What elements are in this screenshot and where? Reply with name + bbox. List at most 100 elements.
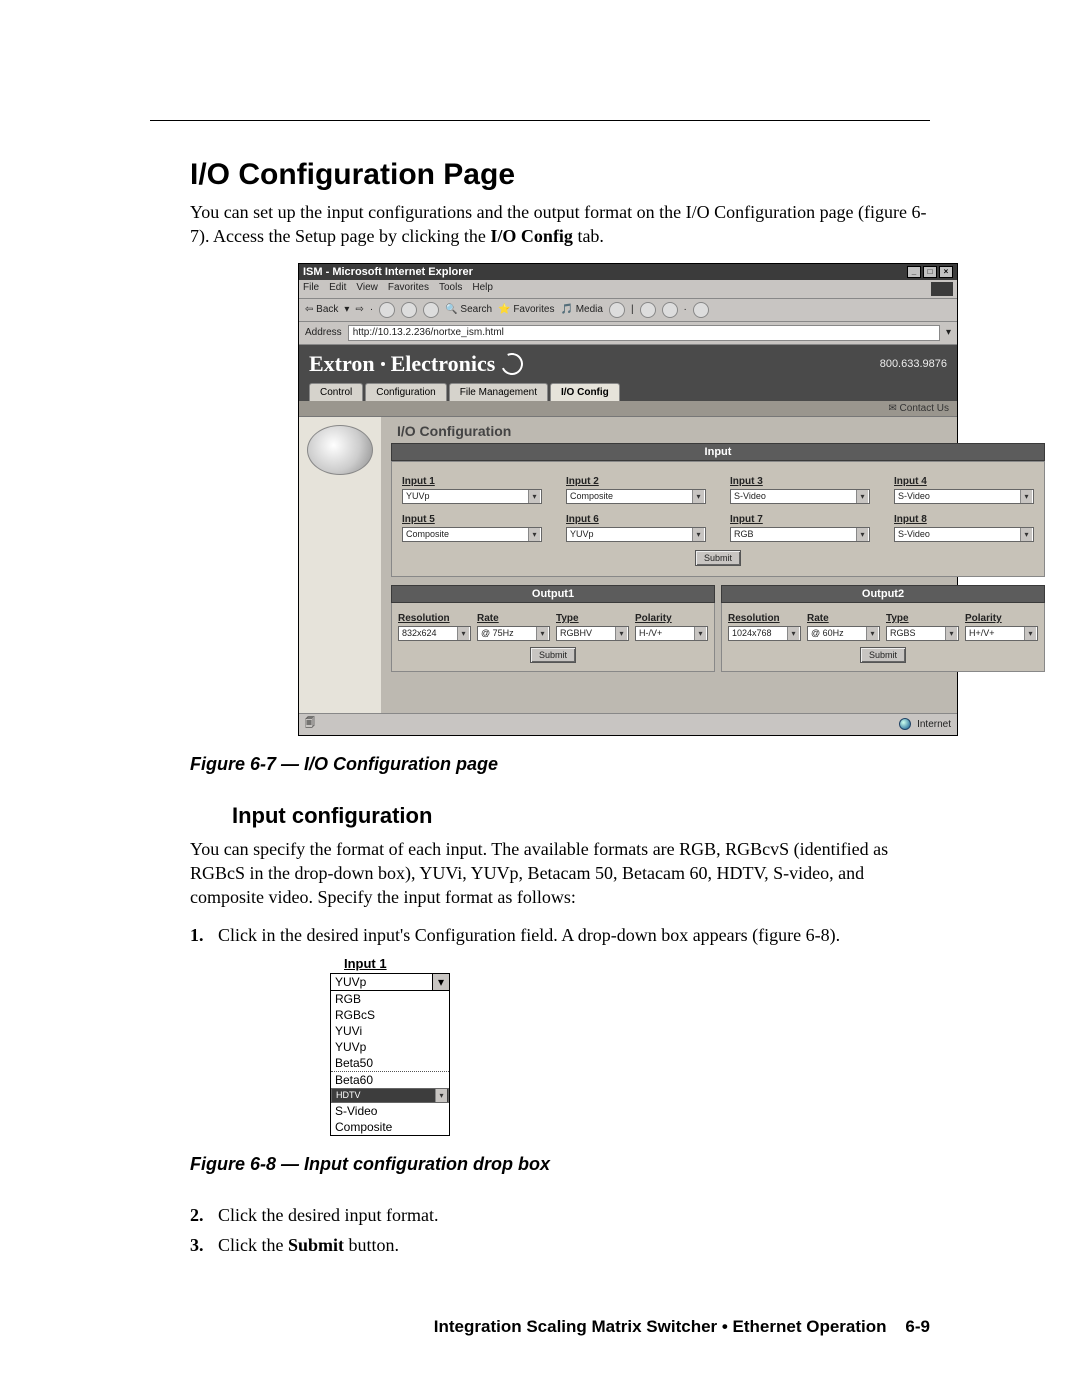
intro-text-2: tab. <box>573 226 604 246</box>
ie-throbber-icon <box>931 282 953 296</box>
figure-6-7-caption: Figure 6-7 — I/O Configuration page <box>190 754 930 775</box>
page-footer: Integration Scaling Matrix Switcher • Et… <box>150 1317 930 1337</box>
output1-bar: Output1 <box>391 585 715 603</box>
window-titlebar[interactable]: ISM - Microsoft Internet Explorer _ □ × <box>299 264 957 280</box>
output2-submit-button[interactable]: Submit <box>860 647 906 663</box>
output1-rate[interactable]: @ 75Hz <box>477 626 550 641</box>
output1-submit-button[interactable]: Submit <box>530 647 576 663</box>
output2-col: Output2 Resolution1024x768 Rate@ 60Hz Ty… <box>721 585 1045 672</box>
input-8-field[interactable]: Input 8 S-Video <box>894 514 1034 542</box>
menu-help[interactable]: Help <box>472 282 493 296</box>
output1-col: Output1 Resolution832x624 Rate@ 75Hz Typ… <box>391 585 715 672</box>
status-left-icon: 🗐 <box>305 716 315 733</box>
dropdown-option[interactable]: YUVp <box>331 1039 449 1055</box>
search-button[interactable]: 🔍 Search <box>445 304 492 315</box>
site-top-links[interactable]: ✉ Contact Us <box>299 401 957 417</box>
output2-bar: Output2 <box>721 585 1045 603</box>
input-4-field[interactable]: Input 4 S-Video <box>894 476 1034 504</box>
step-3: 3. Click the Submit button. <box>190 1233 930 1257</box>
dropdown-option[interactable]: RGB <box>331 991 449 1007</box>
history-icon[interactable] <box>609 302 625 318</box>
output1-type[interactable]: RGBHV <box>556 626 629 641</box>
menubar[interactable]: File Edit View Favorites Tools Help <box>299 280 957 299</box>
dropdown-option[interactable]: Composite <box>331 1119 449 1135</box>
output2-rate[interactable]: @ 60Hz <box>807 626 880 641</box>
output2-resolution[interactable]: 1024x768 <box>728 626 801 641</box>
favorites-button[interactable]: ⭐ Favorites <box>498 304 554 315</box>
tab-control[interactable]: Control <box>309 383 363 401</box>
step-1: 1. Click in the desired input's Configur… <box>190 923 930 947</box>
input-5-field[interactable]: Input 5 Composite <box>402 514 542 542</box>
dropdown-option[interactable]: RGBcS <box>331 1007 449 1023</box>
figure-6-7-screenshot: ISM - Microsoft Internet Explorer _ □ × … <box>298 263 958 736</box>
dropdown-list[interactable]: RGB RGBcS YUVi YUVp Beta50 Beta60 HDTV S… <box>330 991 450 1136</box>
edit-icon[interactable] <box>693 302 709 318</box>
site-header: Extron Electronics 800.633.9876 Control … <box>299 345 957 401</box>
window-min-button[interactable]: _ <box>907 266 921 278</box>
address-label: Address <box>305 327 342 338</box>
menu-tools[interactable]: Tools <box>439 282 462 296</box>
figure-6-8-caption: Figure 6-8 — Input configuration drop bo… <box>190 1154 930 1175</box>
dropdown-label: Input 1 <box>330 956 450 971</box>
home-icon[interactable] <box>423 302 439 318</box>
menu-file[interactable]: File <box>303 282 319 296</box>
menu-favorites[interactable]: Favorites <box>388 282 429 296</box>
site-brand: Extron Electronics <box>309 351 523 377</box>
menu-view[interactable]: View <box>356 282 378 296</box>
intro-paragraph: You can set up the input configurations … <box>190 200 930 249</box>
window-title: ISM - Microsoft Internet Explorer <box>303 266 473 278</box>
dropdown-option-selected[interactable]: HDTV <box>331 1088 449 1103</box>
internet-zone-icon <box>899 718 911 730</box>
dropdown-selected[interactable]: YUVp <box>330 973 450 991</box>
address-input[interactable]: http://10.13.2.236/nortxe_ism.html <box>348 325 940 341</box>
input-config-subhead: Input configuration <box>232 803 930 829</box>
window-max-button[interactable]: □ <box>923 266 937 278</box>
site-phone: 800.633.9876 <box>880 358 947 370</box>
menu-edit[interactable]: Edit <box>329 282 346 296</box>
tab-io-config[interactable]: I/O Config <box>550 383 620 401</box>
input-bar: Input <box>391 443 1045 461</box>
input-6-field[interactable]: Input 6 YUVp <box>566 514 706 542</box>
intro-bold: I/O Config <box>490 226 573 246</box>
go-dropdown[interactable]: ▾ <box>946 327 951 338</box>
brand-swirl-icon <box>498 349 526 377</box>
dropdown-option[interactable]: Beta60 <box>331 1071 449 1088</box>
top-rule <box>150 120 930 121</box>
toolbar[interactable]: ⇦ Back ▾ ⇨ · 🔍 Search ⭐ Favorites 🎵 Medi… <box>299 299 957 322</box>
mail-icon[interactable] <box>640 302 656 318</box>
output2-type[interactable]: RGBS <box>886 626 959 641</box>
outputs-row: Output1 Resolution832x624 Rate@ 75Hz Typ… <box>391 585 1045 672</box>
dropdown-option[interactable]: Beta50 <box>331 1055 449 1071</box>
print-icon[interactable] <box>662 302 678 318</box>
input-7-field[interactable]: Input 7 RGB <box>730 514 870 542</box>
site-tabs[interactable]: Control Configuration File Management I/… <box>309 383 947 401</box>
page-heading: I/O Configuration Page <box>190 158 930 192</box>
input-3-field[interactable]: Input 3 S-Video <box>730 476 870 504</box>
input-1-field[interactable]: Input 1 YUVp <box>402 476 542 504</box>
forward-button[interactable]: ⇨ <box>355 304 363 315</box>
output1-polarity[interactable]: H-/V+ <box>635 626 708 641</box>
input-panel: Input 1 YUVp Input 2 Composite Input 3 S… <box>391 461 1045 577</box>
window-close-button[interactable]: × <box>939 266 953 278</box>
input-2-field[interactable]: Input 2 Composite <box>566 476 706 504</box>
tab-configuration[interactable]: Configuration <box>365 383 446 401</box>
status-zone: Internet <box>917 719 951 730</box>
address-bar[interactable]: Address http://10.13.2.236/nortxe_ism.ht… <box>299 322 957 345</box>
figure-6-8-dropdown: Input 1 YUVp RGB RGBcS YUVi YUVp Beta50 … <box>330 956 450 1136</box>
tab-file-management[interactable]: File Management <box>449 383 548 401</box>
back-button[interactable]: ⇦ Back <box>305 304 338 315</box>
statusbar: 🗐 Internet <box>299 713 957 735</box>
input-config-intro: You can specify the format of each input… <box>190 837 930 910</box>
sidebar <box>299 417 381 713</box>
output2-polarity[interactable]: H+/V+ <box>965 626 1038 641</box>
step-2: 2. Click the desired input format. <box>190 1203 930 1227</box>
output1-resolution[interactable]: 832x624 <box>398 626 471 641</box>
dropdown-option[interactable]: YUVi <box>331 1023 449 1039</box>
input-submit-button[interactable]: Submit <box>695 550 741 566</box>
main-panel: I/O Configuration Input Input 1 YUVp Inp… <box>381 417 1055 713</box>
refresh-icon[interactable] <box>401 302 417 318</box>
dropdown-option[interactable]: S-Video <box>331 1103 449 1119</box>
media-button[interactable]: 🎵 Media <box>560 304 602 315</box>
stop-icon[interactable] <box>379 302 395 318</box>
sidebar-badge-icon <box>307 425 373 475</box>
